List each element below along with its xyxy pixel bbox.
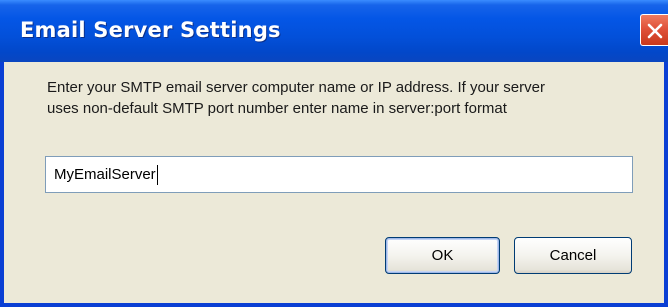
dialog-title: Email Server Settings [20,18,281,42]
dialog-body: Enter your SMTP email server computer na… [4,62,664,303]
title-bar[interactable]: Email Server Settings [0,0,668,62]
instruction-line-1: Enter your SMTP email server computer na… [47,79,545,96]
email-server-settings-dialog: Email Server Settings Enter your SMTP em… [0,0,668,307]
close-button[interactable] [640,14,668,46]
smtp-server-value: MyEmailServer [54,166,156,183]
ok-button[interactable]: OK [385,237,500,274]
smtp-server-input[interactable]: MyEmailServer [45,156,633,193]
instruction-text: Enter your SMTP email server computer na… [47,77,637,119]
text-caret [156,165,158,186]
cancel-button[interactable]: Cancel [514,237,632,274]
close-icon [647,23,663,39]
instruction-line-2: uses non-default SMTP port number enter … [47,100,507,117]
